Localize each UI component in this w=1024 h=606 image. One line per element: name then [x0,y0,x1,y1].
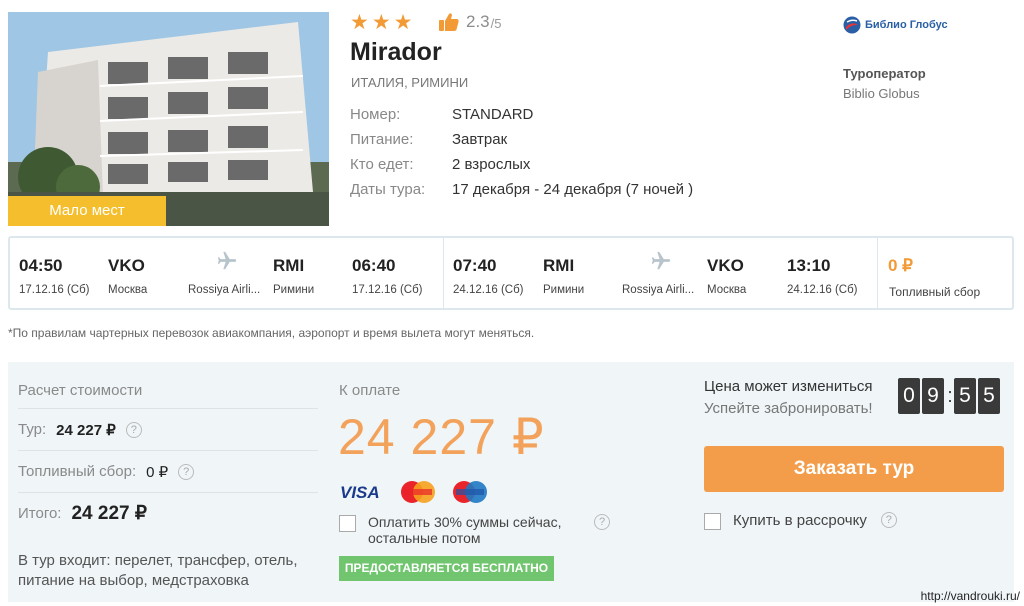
operator-label: Туроператор [843,66,926,81]
source-watermark: http://vandrouki.ru/ [920,589,1020,603]
hurry-notice: Успейте забронировать! [704,400,873,417]
hotel-stars: ★★★ [350,11,416,34]
partial-payment-label: Оплатить 30% суммы сейчас, остальные пот… [368,514,562,546]
hotel-location: ИТАЛИЯ, РИМИНИ [351,75,469,90]
operator-logo: Библио Глобус [843,16,948,34]
help-icon[interactable]: ? [125,421,142,438]
arrival-city: Москва [707,284,747,296]
mastercard-logo-icon [401,481,435,503]
arrival-airport: VKO [707,256,744,275]
departure-date: 24.12.16 (Сб) [453,284,524,296]
departure-time: 07:40 [453,256,497,275]
flight-outbound[interactable]: 04:50 17.12.16 (Сб) VKO Москва Rossiya A… [10,238,442,308]
detail-label: Питание: [350,131,414,148]
airline-name: Rossiya Airli... [188,284,261,296]
detail-label: Кто едет: [350,156,414,173]
help-icon[interactable]: ? [178,463,195,480]
detail-room: Номер: STANDARD [350,106,693,131]
timer-digit: 5 [978,378,1000,414]
departure-city: Римини [543,284,585,296]
departure-date: 17.12.16 (Сб) [19,284,90,296]
svg-text:VISA: VISA [340,483,380,502]
installment-label: Купить в рассрочку [733,512,867,529]
fuel-value: 0 ₽ [146,463,169,481]
airline-name: Rossiya Airli... [622,284,695,296]
operator-logo-text: Библио Глобус [865,19,948,31]
detail-label: Номер: [350,106,401,123]
hotel-name[interactable]: Mirador [350,38,442,67]
arrival-time: 13:10 [787,256,831,275]
timer-digit: 0 [898,378,920,414]
operator-name: Biblio Globus [843,86,920,101]
timer-digit: 9 [922,378,944,414]
total-label: Итого: [18,505,62,522]
free-badge: ПРЕДОСТАВЛЯЕТСЯ БЕСПЛАТНО [339,556,554,581]
arrival-city: Римини [273,284,315,296]
timer-digit: 5 [954,378,976,414]
flight-return[interactable]: 07:40 24.12.16 (Сб) RMI Римини Rossiya A… [444,238,876,308]
airplane-icon [651,251,671,270]
departure-city: Москва [108,284,148,296]
installment-checkbox[interactable] [704,513,721,530]
detail-label: Даты тура: [350,181,426,198]
maestro-logo-icon [453,481,487,503]
rating-max: /5 [490,16,502,31]
fuel-row: Топливный сбор: 0 ₽ ? [18,450,318,492]
charter-footnote: *По правилам чартерных перевозок авиаком… [8,326,535,340]
cost-calc-title: Расчет стоимости [18,382,143,399]
departure-airport: RMI [543,256,575,275]
help-icon[interactable]: ? [594,514,610,530]
installment-option[interactable]: Купить в рассрочку ? [704,512,897,530]
fuel-charge-label: Топливный сбор [889,285,981,299]
arrival-date: 24.12.16 (Сб) [787,284,858,296]
total-value: 24 227 ₽ [71,503,147,524]
price-change-notice: Цена может измениться [704,378,873,395]
tour-details: Номер: STANDARD Питание: Завтрак Кто еде… [350,106,693,206]
pricing-panel: Расчет стоимости Тур: 24 227 ₽ ? Топливн… [8,362,1014,602]
arrival-date: 17.12.16 (Сб) [352,284,423,296]
globe-logo-icon [843,16,861,34]
help-icon[interactable]: ? [880,512,897,528]
tour-price-row: Тур: 24 227 ₽ ? [18,408,318,450]
flights-strip: 04:50 17.12.16 (Сб) VKO Москва Rossiya A… [8,236,1014,310]
departure-airport: VKO [108,256,145,275]
detail-value: 17 декабря - 24 декабря (7 ночей ) [452,181,694,198]
tour-price-value: 24 227 ₽ [56,421,116,439]
to-pay-amount: 24 227 ₽ [338,409,545,465]
total-row: Итого: 24 227 ₽ [18,492,318,534]
timer-separator: : [947,384,953,407]
partial-payment-option[interactable]: Оплатить 30% суммы сейчас, остальные пот… [339,514,619,546]
to-pay-title: К оплате [339,382,401,399]
partial-payment-checkbox[interactable] [339,515,356,532]
rating-value: 2.3 [466,12,490,31]
detail-meals: Питание: Завтрак [350,131,693,156]
hotel-building-image [8,12,329,226]
order-tour-button[interactable]: Заказать тур [704,446,1004,492]
arrival-airport: RMI [273,256,305,275]
thumbs-up-icon [439,13,459,31]
countdown-timer: 0 9 : 5 5 [898,378,1002,414]
detail-value: Завтрак [452,131,508,148]
airplane-icon [217,251,237,270]
detail-travelers: Кто едет: 2 взрослых [350,156,693,181]
fuel-label: Топливный сбор: [18,463,137,480]
hotel-photo[interactable]: Мало мест [8,12,329,226]
detail-dates: Даты тура: 17 декабря - 24 декабря (7 но… [350,181,693,206]
leg-divider [877,238,878,308]
fuel-charge-amount: 0 ₽ [888,256,913,275]
payment-cards: VISA [339,480,489,504]
detail-value: STANDARD [452,106,534,123]
tour-price-label: Тур: [18,421,47,438]
arrival-time: 06:40 [352,256,396,275]
visa-logo-icon: VISA [340,483,380,502]
few-seats-badge: Мало мест [8,196,166,226]
tour-includes: В тур входит: перелет, трансфер, отель, … [18,552,298,589]
departure-time: 04:50 [19,256,63,275]
detail-value: 2 взрослых [452,156,531,173]
rating: 2.3 /5 [438,12,501,32]
